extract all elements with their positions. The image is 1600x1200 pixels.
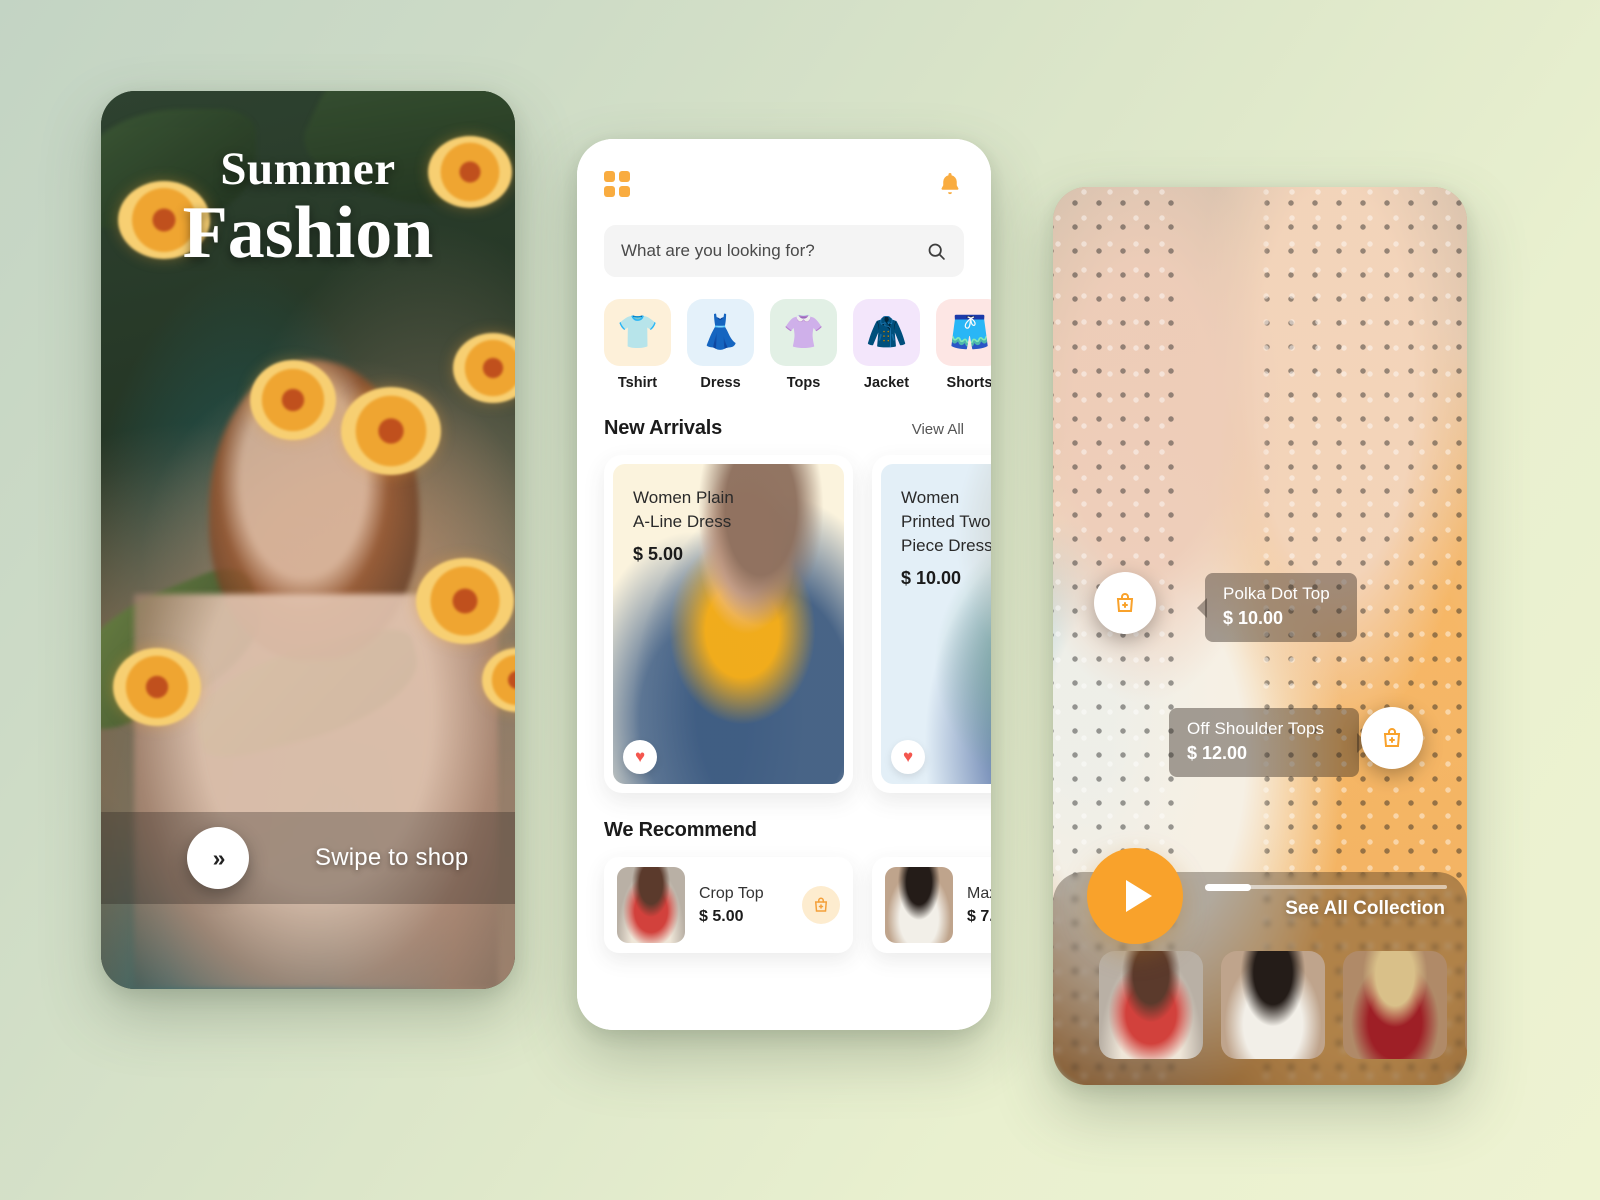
search-icon[interactable] xyxy=(926,241,947,262)
category-label: Shorts xyxy=(946,375,991,391)
shopping-bag-add-icon xyxy=(1383,728,1401,747)
recommend-price: $ 7.00 xyxy=(967,907,991,925)
product-tag-price: $ 10.00 xyxy=(1223,608,1284,628)
category-item-jacket[interactable]: 🧥 Jacket xyxy=(853,299,920,391)
product-name: Women Plain A-Line Dress xyxy=(633,488,734,532)
product-tag-price: $ 12.00 xyxy=(1187,743,1248,763)
product-tag-name: Polka Dot Top xyxy=(1223,584,1330,603)
new-arrivals-header: New Arrivals View All xyxy=(604,417,964,440)
recommend-item[interactable]: Maxi Dress $ 7.00 xyxy=(872,857,991,953)
shop-app-phone: 👕 Tshirt 👗 Dress 👚 Tops 🧥 Jacket 🩳 Short… xyxy=(577,139,991,1030)
app-topbar xyxy=(604,139,964,199)
video-progress-bar[interactable] xyxy=(1205,883,1447,891)
new-arrivals-view-all-link[interactable]: View All xyxy=(912,421,964,438)
product-card[interactable]: Women Printed Two-Piece Dress $ 10.00 ♥ xyxy=(872,455,991,793)
shopping-bag-add-icon[interactable] xyxy=(802,886,840,924)
add-to-bag-button[interactable] xyxy=(1094,572,1156,634)
jacket-icon: 🧥 xyxy=(853,299,920,366)
category-item-tops[interactable]: 👚 Tops xyxy=(770,299,837,391)
collection-thumbnail[interactable] xyxy=(1465,951,1467,1059)
dress-icon: 👗 xyxy=(687,299,754,366)
category-label: Tops xyxy=(786,375,821,391)
product-tag-name: Off Shoulder Tops xyxy=(1187,719,1325,738)
collection-thumbnail[interactable] xyxy=(1343,951,1447,1059)
recommend-thumbnail xyxy=(885,867,953,943)
play-icon xyxy=(1125,880,1152,912)
hero-title-line1: Summer xyxy=(220,143,396,195)
category-list: 👕 Tshirt 👗 Dress 👚 Tops 🧥 Jacket 🩳 Short… xyxy=(604,299,991,391)
heart-glyph: ♥ xyxy=(902,747,914,766)
tshirt-icon: 👕 xyxy=(604,299,671,366)
shopping-bag-add-icon xyxy=(1116,593,1134,612)
swipe-to-shop-label: Swipe to shop xyxy=(315,844,469,871)
product-card[interactable]: Women Plain A-Line Dress $ 5.00 ♥ xyxy=(604,455,853,793)
category-item-dress[interactable]: 👗 Dress xyxy=(687,299,754,391)
play-button[interactable] xyxy=(1087,848,1183,944)
new-arrivals-title: New Arrivals xyxy=(604,417,723,439)
product-price: $ 5.00 xyxy=(633,544,684,565)
recommend-item[interactable]: Crop Top $ 5.00 xyxy=(604,857,853,953)
collection-thumbnail[interactable] xyxy=(1221,951,1325,1059)
recommend-header: We Recommend xyxy=(604,819,964,842)
collection-thumbnail[interactable] xyxy=(1099,951,1203,1059)
category-item-tshirt[interactable]: 👕 Tshirt xyxy=(604,299,671,391)
new-arrivals-list: Women Plain A-Line Dress $ 5.00 ♥ Women … xyxy=(604,455,991,793)
progress-fill xyxy=(1205,883,1251,891)
heart-icon[interactable]: ♥ xyxy=(891,740,925,774)
product-tag[interactable]: Off Shoulder Tops $ 12.00 xyxy=(1169,708,1367,777)
recommend-name: Crop Top xyxy=(699,884,764,902)
video-shop-phone: Polka Dot Top $ 10.00 Off Shoulder Tops … xyxy=(1053,187,1467,1085)
recommend-list: Crop Top $ 5.00 Maxi Dress $ 7.00 xyxy=(604,857,991,953)
product-name: Women Printed Two-Piece Dress xyxy=(901,488,991,556)
category-item-shorts[interactable]: 🩳 Shorts xyxy=(936,299,991,391)
hero-onboarding-phone: Summer Fashion » Swipe to shop xyxy=(101,91,515,989)
collection-thumbnail-strip[interactable] xyxy=(1099,951,1467,1059)
double-chevron-right-icon: » xyxy=(212,844,226,871)
recommend-thumbnail xyxy=(617,867,685,943)
swipe-to-shop-button[interactable]: » xyxy=(187,827,249,889)
add-to-bag-button[interactable] xyxy=(1361,707,1423,769)
recommend-name: Maxi Dress xyxy=(967,884,991,902)
hero-title: Summer Fashion xyxy=(101,143,515,275)
hero-model-dress xyxy=(134,593,499,989)
shorts-icon: 🩳 xyxy=(936,299,991,366)
recommend-title: We Recommend xyxy=(604,819,757,841)
swipe-to-shop-bar[interactable]: » Swipe to shop xyxy=(101,812,515,904)
category-label: Tshirt xyxy=(617,375,658,391)
category-label: Dress xyxy=(700,375,741,391)
notification-bell-icon[interactable] xyxy=(936,169,964,199)
see-all-collection-link[interactable]: See All Collection xyxy=(1285,898,1445,920)
heart-glyph: ♥ xyxy=(634,747,646,766)
product-tag[interactable]: Polka Dot Top $ 10.00 xyxy=(1197,573,1357,642)
category-label: Jacket xyxy=(863,375,910,391)
recommend-price: $ 5.00 xyxy=(699,907,744,925)
search-bar[interactable] xyxy=(604,225,964,277)
hero-title-line2: Fashion xyxy=(182,192,434,275)
heart-icon[interactable]: ♥ xyxy=(623,740,657,774)
tops-icon: 👚 xyxy=(770,299,837,366)
app-screen: 👕 Tshirt 👗 Dress 👚 Tops 🧥 Jacket 🩳 Short… xyxy=(577,139,991,1030)
product-price: $ 10.00 xyxy=(901,568,962,589)
grid-menu-icon[interactable] xyxy=(604,171,630,197)
search-input[interactable] xyxy=(621,241,926,261)
